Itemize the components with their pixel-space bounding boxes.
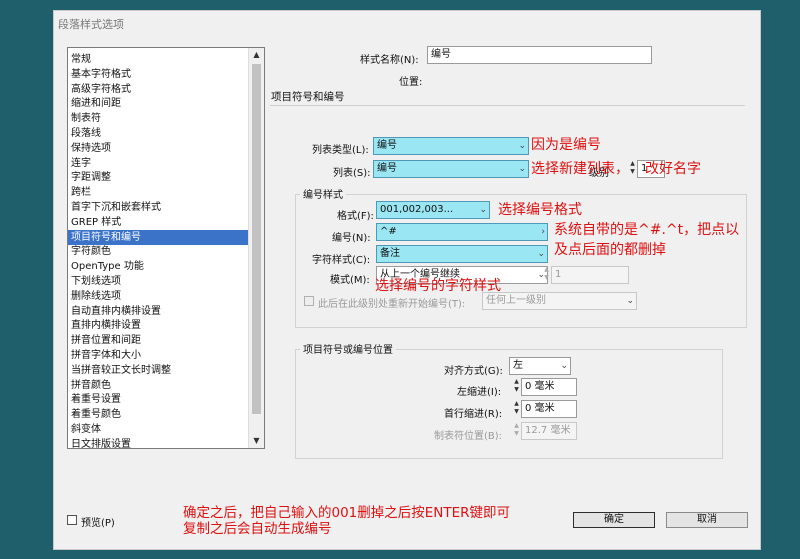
sidebar-item[interactable]: 日文排版设置 xyxy=(68,437,251,448)
format-label: 格式(F): xyxy=(337,211,374,222)
sidebar-item[interactable]: 首字下沉和嵌套样式 xyxy=(68,200,251,215)
annotation-new-list: 选择新建列表， xyxy=(531,161,629,177)
location-label: 位置: xyxy=(399,77,423,88)
chevron-down-icon: ⌄ xyxy=(537,249,545,259)
first-indent-stepper-icon[interactable]: ▲ ▼ xyxy=(512,400,521,418)
list-type-label: 列表类型(L): xyxy=(312,145,369,156)
sidebar-item[interactable]: 段落线 xyxy=(68,126,251,141)
char-style-value: 备注 xyxy=(380,248,400,259)
scroll-down-icon[interactable]: ▼ xyxy=(249,434,264,448)
mode-label: 模式(M): xyxy=(330,275,370,286)
section-divider xyxy=(270,105,745,106)
scroll-thumb[interactable] xyxy=(252,64,261,414)
restart-select: 任何上一级别 ⌄ xyxy=(482,292,637,310)
chevron-down-icon: ⌄ xyxy=(518,141,526,151)
sidebar-item[interactable]: 基本字符格式 xyxy=(68,67,251,82)
sidebar-item[interactable]: 保持选项 xyxy=(68,141,251,156)
annotation-format: 选择编号格式 xyxy=(498,202,582,218)
char-style-label: 字符样式(C): xyxy=(312,255,371,266)
number-input[interactable]: ^# › xyxy=(376,223,548,241)
sidebar-item[interactable]: 自动直排内横排设置 xyxy=(68,304,251,319)
mode-number-input: 1 xyxy=(551,266,629,284)
chevron-down-icon: ⌄ xyxy=(479,205,487,215)
tab-position-input: 12.7 毫米 xyxy=(521,422,577,440)
sidebar-item[interactable]: 下划线选项 xyxy=(68,274,251,289)
annotation-footer-line2: 复制之后会自动生成编号 xyxy=(183,521,332,537)
char-style-select[interactable]: 备注 ⌄ xyxy=(376,245,548,263)
chevron-down-icon: ⌄ xyxy=(560,361,568,371)
sidebar-item[interactable]: 拼音字体和大小 xyxy=(68,348,251,363)
scroll-up-icon[interactable]: ▲ xyxy=(249,48,264,62)
tab-stepper-icon: ▲ ▼ xyxy=(514,422,519,437)
align-label: 对齐方式(G): xyxy=(444,366,503,377)
title-bar: 段落样式选项 xyxy=(54,11,760,35)
sidebar-item[interactable]: 制表符 xyxy=(68,111,251,126)
sidebar-item[interactable]: 删除线选项 xyxy=(68,289,251,304)
numbering-style-title: 编号样式 xyxy=(300,186,346,201)
align-select[interactable]: 左 ⌄ xyxy=(509,357,571,375)
style-name-label: 样式名称(N): xyxy=(360,55,419,66)
left-indent-stepper-icon[interactable]: ▲ ▼ xyxy=(512,378,521,396)
window-title: 段落样式选项 xyxy=(58,18,124,31)
sidebar-item[interactable]: 字距调整 xyxy=(68,170,251,185)
annotation-rename: 改好名字 xyxy=(645,161,701,177)
chevron-down-icon: ⌄ xyxy=(518,164,526,174)
format-value: 001,002,003... xyxy=(380,204,454,215)
sidebar-item[interactable]: 跨栏 xyxy=(68,185,251,200)
align-value: 左 xyxy=(513,360,523,371)
list-label: 列表(S): xyxy=(333,168,371,179)
list-value: 编号 xyxy=(377,163,397,174)
sidebar-item[interactable]: 拼音颜色 xyxy=(68,378,251,393)
restart-checkbox xyxy=(304,296,314,306)
restart-value: 任何上一级别 xyxy=(486,295,546,306)
left-indent-input[interactable]: 0 毫米 xyxy=(521,378,577,396)
sidebar-item[interactable]: 缩进和间距 xyxy=(68,96,251,111)
cancel-button[interactable]: 取消 xyxy=(666,512,748,528)
annotation-char-style: 选择编号的字符样式 xyxy=(375,278,501,294)
sidebar-item[interactable]: 连字 xyxy=(68,156,251,171)
style-name-input[interactable]: 编号 xyxy=(427,46,652,64)
preview-checkbox[interactable] xyxy=(67,515,77,525)
sidebar-item[interactable]: 拼音位置和间距 xyxy=(68,333,251,348)
number-value: ^# xyxy=(380,226,397,237)
tab-position-label: 制表符位置(B): xyxy=(434,431,503,442)
mode-stepper-icon: ▲ ▼ xyxy=(544,266,549,281)
restart-label: 此后在此级别处重新开始编号(T): xyxy=(318,299,466,310)
sidebar-item[interactable]: 高级字符格式 xyxy=(68,82,251,97)
position-title: 项目符号或编号位置 xyxy=(300,341,396,356)
section-title: 项目符号和编号 xyxy=(271,91,345,103)
sidebar-item[interactable]: 常规 xyxy=(68,52,251,67)
left-indent-label: 左缩进(I): xyxy=(457,387,502,398)
sidebar-item[interactable]: 字符颜色 xyxy=(68,244,251,259)
annotation-number-line2: 及点后面的都删掉 xyxy=(554,242,666,258)
annotation-list-type: 因为是编号 xyxy=(531,137,601,153)
sidebar-item[interactable]: GREP 样式 xyxy=(68,215,251,230)
chevron-down-icon: ⌄ xyxy=(626,296,634,306)
sidebar-item[interactable]: 着重号设置 xyxy=(68,392,251,407)
chevron-right-icon[interactable]: › xyxy=(541,224,545,240)
preview-label[interactable]: 预览(P) xyxy=(81,514,115,529)
format-select[interactable]: 001,002,003... ⌄ xyxy=(376,201,490,219)
annotation-number-line1: 系统自带的是^#.^t，把点以 xyxy=(554,222,740,238)
list-type-value: 编号 xyxy=(377,140,397,151)
first-indent-label: 首行缩进(R): xyxy=(444,409,503,420)
list-scrollbar[interactable]: ▲ ▼ xyxy=(248,48,264,448)
list-select[interactable]: 编号 ⌄ xyxy=(373,160,529,178)
category-list[interactable]: 常规 基本字符格式 高级字符格式 缩进和间距 制表符 段落线 保持选项 连字 字距调整 跨栏 首字下… xyxy=(67,47,265,449)
level-stepper-icon[interactable]: ▲ ▼ xyxy=(628,160,637,178)
sidebar-item[interactable]: 着重号颜色 xyxy=(68,407,251,422)
ok-button[interactable]: 确定 xyxy=(573,512,655,528)
sidebar-item[interactable]: 项目符号和编号 xyxy=(68,229,251,245)
list-type-select[interactable]: 编号 ⌄ xyxy=(373,137,529,155)
sidebar-item[interactable]: 直排内横排设置 xyxy=(68,318,251,333)
first-indent-input[interactable]: 0 毫米 xyxy=(521,400,577,418)
sidebar-item[interactable]: OpenType 功能 xyxy=(68,259,251,274)
sidebar-item[interactable]: 当拼音较正文长时调整 xyxy=(68,363,251,378)
sidebar-item[interactable]: 斜变体 xyxy=(68,422,251,437)
number-label: 编号(N): xyxy=(332,233,371,244)
